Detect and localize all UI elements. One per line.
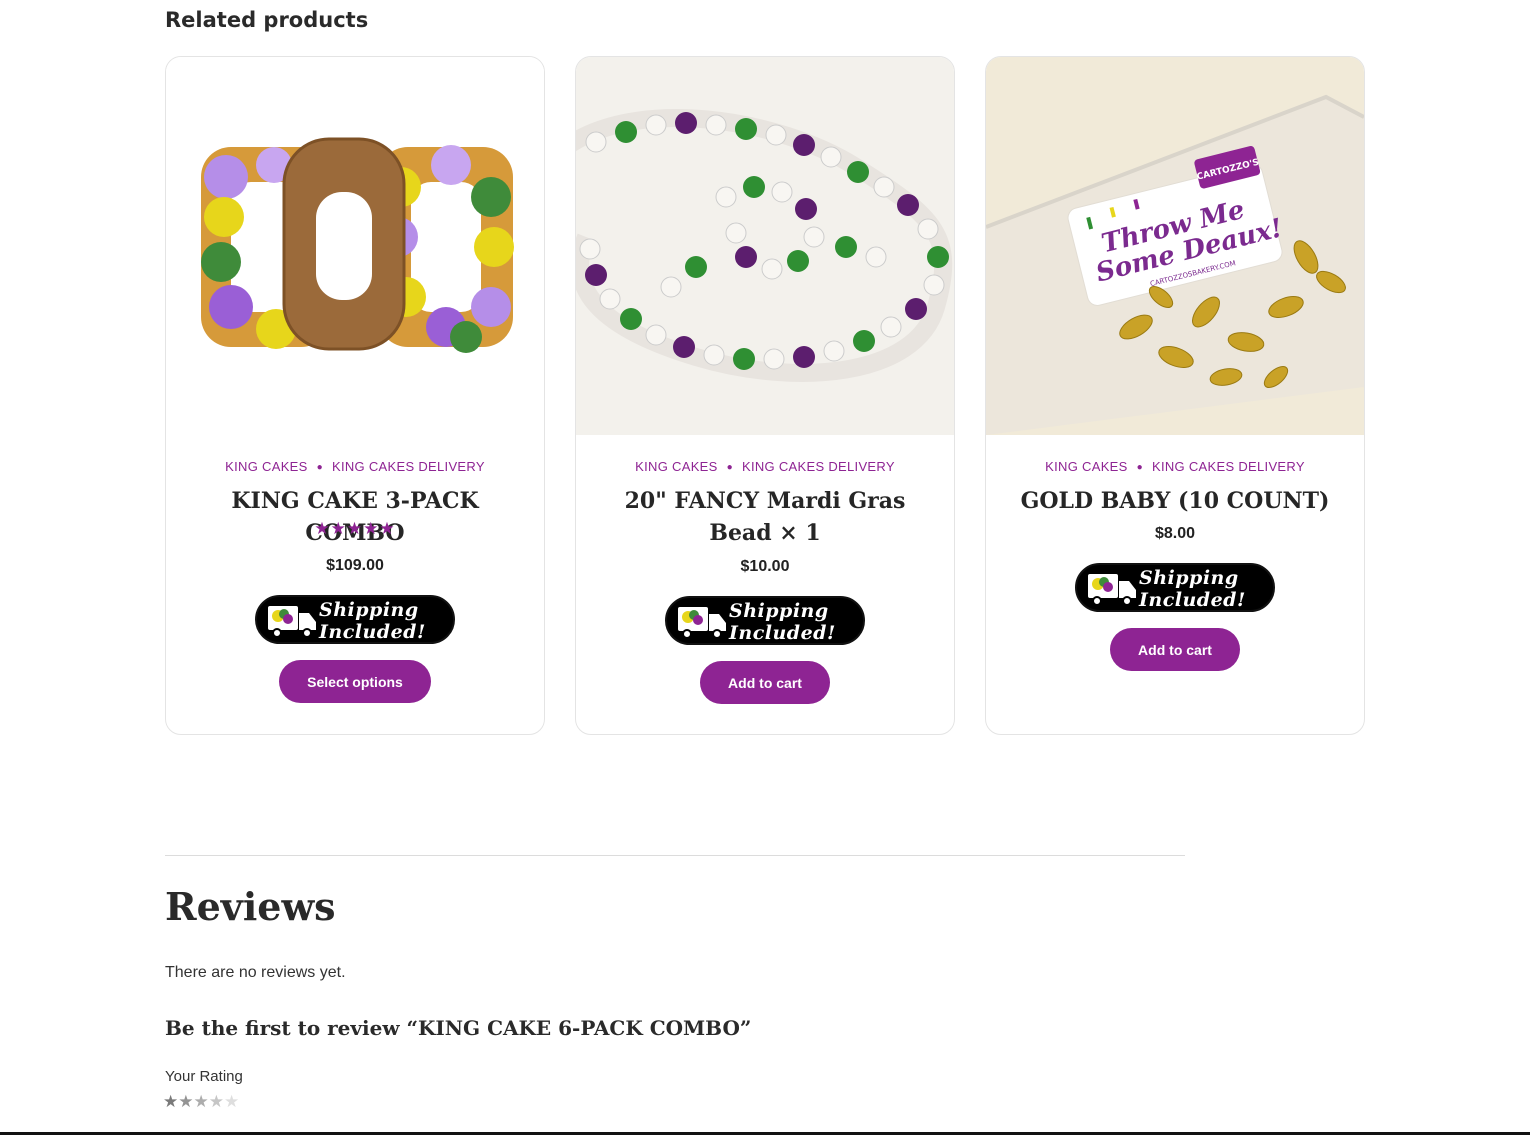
shipping-badge-line1: Shipping xyxy=(729,600,829,622)
product-title[interactable]: 20" FANCY Mardi Gras Bead × 1 xyxy=(596,485,934,549)
reviews-heading: Reviews xyxy=(165,884,336,929)
section-divider xyxy=(165,855,1185,856)
product-image-gold-baby[interactable]: Throw Me Some Deaux! CARTOZZO'S CARTOZZO… xyxy=(986,57,1364,435)
product-card-mardi-gras-bead[interactable]: KING CAKES ● KING CAKES DELIVERY 20" FANCY… xyxy=(575,56,955,735)
category-separator: ● xyxy=(1136,462,1143,473)
select-options-button[interactable]: Select options xyxy=(279,660,431,703)
shipping-badge-line2: Included! xyxy=(1139,589,1246,611)
delivery-truck-icon xyxy=(1088,574,1136,606)
product-price: $10.00 xyxy=(740,558,790,575)
rating-star-5[interactable]: ★ xyxy=(224,1092,239,1112)
delivery-truck-icon xyxy=(268,606,316,638)
category-link-king-cakes-delivery[interactable]: KING CAKES DELIVERY xyxy=(742,459,895,474)
rating-star-2[interactable]: ★ xyxy=(178,1092,193,1112)
product-price: $109.00 xyxy=(326,557,384,574)
add-to-cart-button[interactable]: Add to cart xyxy=(1110,628,1240,671)
rating-star-4[interactable]: ★ xyxy=(209,1092,224,1112)
category-link-king-cakes-delivery[interactable]: KING CAKES DELIVERY xyxy=(332,459,485,474)
rating-star-1[interactable]: ★ xyxy=(163,1092,178,1112)
related-products-grid: KING CAKES ● KING CAKES DELIVERY KING CAKE… xyxy=(165,56,1365,736)
category-link-king-cakes-delivery[interactable]: KING CAKES DELIVERY xyxy=(1152,459,1305,474)
related-products-title: Related products xyxy=(165,8,369,32)
shipping-badge-line2: Included! xyxy=(319,621,426,643)
product-title[interactable]: KING CAKE 3-PACK COMBO xyxy=(186,485,524,549)
delivery-truck-icon xyxy=(678,607,726,639)
shipping-included-badge: Shipping Included! xyxy=(1075,563,1275,612)
product-card-king-cake-3-pack[interactable]: KING CAKES ● KING CAKES DELIVERY KING CAKE… xyxy=(165,56,545,735)
product-card-gold-baby[interactable]: Throw Me Some Deaux! CARTOZZO'S CARTOZZO… xyxy=(985,56,1365,735)
product-categories: KING CAKES ● KING CAKES DELIVERY xyxy=(166,459,544,474)
no-reviews-text: There are no reviews yet. xyxy=(165,964,346,981)
shipping-badge-line1: Shipping xyxy=(1139,567,1239,589)
product-price: $8.00 xyxy=(1154,525,1196,542)
shipping-included-badge: Shipping Included! xyxy=(665,596,865,645)
product-categories: KING CAKES ● KING CAKES DELIVERY xyxy=(986,459,1364,474)
shipping-included-badge: Shipping Included! xyxy=(255,595,455,644)
your-rating-label: Your Rating xyxy=(165,1068,243,1085)
product-image-king-cake-3-pack[interactable] xyxy=(166,57,544,435)
product-title[interactable]: GOLD BABY (10 COUNT) xyxy=(1006,485,1344,517)
product-image-mardi-gras-bead[interactable] xyxy=(576,57,954,435)
product-categories: KING CAKES ● KING CAKES DELIVERY xyxy=(576,459,954,474)
rating-star-3[interactable]: ★ xyxy=(194,1092,209,1112)
category-link-king-cakes[interactable]: KING CAKES xyxy=(1045,459,1127,474)
category-link-king-cakes[interactable]: KING CAKES xyxy=(635,459,717,474)
add-to-cart-button[interactable]: Add to cart xyxy=(700,661,830,704)
rating-star-selector[interactable]: ★★★★★ xyxy=(163,1092,239,1112)
shipping-badge-line1: Shipping xyxy=(319,599,419,621)
category-separator: ● xyxy=(316,462,323,473)
first-review-heading: Be the first to review “KING CAKE 6-PACK… xyxy=(165,1016,752,1040)
shipping-badge-line2: Included! xyxy=(729,622,836,644)
product-rating-stars: ★★★★★ xyxy=(314,519,396,539)
category-separator: ● xyxy=(726,462,733,473)
category-link-king-cakes[interactable]: KING CAKES xyxy=(225,459,307,474)
